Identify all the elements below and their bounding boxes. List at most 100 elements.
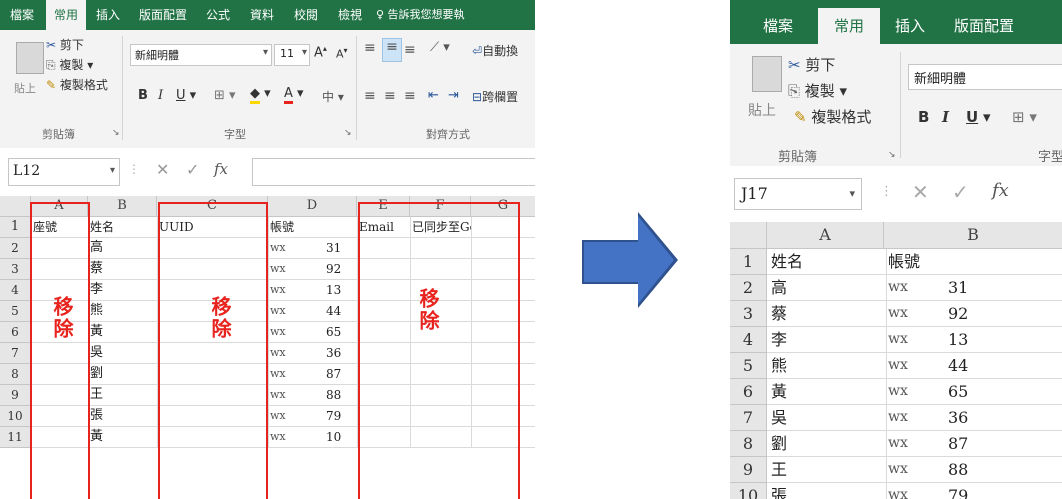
table-cell[interactable]: 張 xyxy=(88,406,158,427)
borders-icon[interactable]: ⊞ ▾ xyxy=(214,88,236,103)
tell-me-search[interactable]: ♀ 告訴我您想要執 xyxy=(376,0,535,30)
table-cell[interactable]: wx 88 xyxy=(268,385,358,406)
header-cell[interactable]: 姓名 xyxy=(767,249,887,275)
table-cell[interactable]: 高 xyxy=(88,238,158,259)
table-cell[interactable]: wx 44 xyxy=(268,301,358,322)
tab-insert[interactable]: 插入 xyxy=(88,0,128,30)
name-box[interactable]: L12 ▾ xyxy=(8,158,120,186)
table-cell[interactable]: 張 xyxy=(767,483,887,499)
table-cell[interactable]: 黃 xyxy=(88,427,158,448)
tab-data[interactable]: 資料 xyxy=(242,0,282,30)
font-color-icon[interactable]: A ▾ xyxy=(284,86,304,104)
table-cell[interactable]: 李 xyxy=(767,327,887,353)
table-cell[interactable]: wx 65 xyxy=(268,322,358,343)
table-cell[interactable]: 吳 xyxy=(88,343,158,364)
row-header[interactable]: 10 xyxy=(730,483,767,499)
grow-font-icon[interactable]: A▴ xyxy=(314,44,327,60)
row-header[interactable]: 4 xyxy=(730,327,767,353)
align-center-icon[interactable]: ≡ xyxy=(384,88,396,104)
font-name-select[interactable]: 新細明體 xyxy=(908,64,1062,90)
row-header[interactable]: 5 xyxy=(0,301,31,322)
table-cell[interactable]: 李 xyxy=(88,280,158,301)
tab-layout[interactable]: 版面配置 xyxy=(132,0,194,30)
table-cell[interactable]: wx 10 xyxy=(268,427,358,448)
table-cell[interactable]: wx 92 xyxy=(268,259,358,280)
row-header[interactable]: 2 xyxy=(0,238,31,259)
select-all-corner[interactable] xyxy=(730,222,767,249)
row-header[interactable]: 7 xyxy=(0,343,31,364)
name-box[interactable]: J17 ▾ xyxy=(734,178,862,210)
table-cell[interactable]: 劉 xyxy=(767,431,887,457)
cancel-icon[interactable]: ✕ xyxy=(156,160,169,179)
row-header[interactable]: 9 xyxy=(730,457,767,483)
table-cell[interactable]: 黃 xyxy=(767,379,887,405)
row-header[interactable]: 11 xyxy=(0,427,31,448)
header-cell[interactable]: 姓名 xyxy=(88,217,158,238)
italic-button[interactable]: I xyxy=(158,88,163,103)
cancel-icon[interactable]: ✕ xyxy=(912,180,929,204)
tab-insert[interactable]: 插入 xyxy=(890,8,930,44)
shrink-font-icon[interactable]: A▾ xyxy=(336,46,348,61)
bold-button[interactable]: B xyxy=(138,88,148,103)
table-cell[interactable]: wx 79 xyxy=(268,406,358,427)
paste-button[interactable]: 貼上 xyxy=(748,100,776,120)
row-header[interactable]: 3 xyxy=(0,259,31,280)
table-cell[interactable]: wx 87 xyxy=(884,431,1062,457)
table-cell[interactable]: wx 31 xyxy=(268,238,358,259)
align-middle-icon[interactable]: ≡ xyxy=(382,38,402,62)
tab-home[interactable]: 常用 xyxy=(818,8,880,44)
enter-icon[interactable]: ✓ xyxy=(186,160,199,179)
orientation-icon[interactable]: ⟋ ▾ xyxy=(430,40,450,55)
align-right-icon[interactable]: ≡ xyxy=(404,88,416,104)
table-cell[interactable]: wx 88 xyxy=(884,457,1062,483)
table-cell[interactable]: 高 xyxy=(767,275,887,301)
fill-color-icon[interactable]: ◆ ▾ xyxy=(250,86,271,104)
column-header-d[interactable]: D xyxy=(268,196,357,217)
merge-center-button[interactable]: ⊟跨欄置 xyxy=(472,88,518,105)
column-header-b[interactable]: B xyxy=(88,196,157,217)
row-header[interactable]: 7 xyxy=(730,405,767,431)
row-header[interactable]: 1 xyxy=(0,217,31,238)
tab-file[interactable]: 檔案 xyxy=(0,0,44,30)
table-cell[interactable]: wx 36 xyxy=(884,405,1062,431)
column-header-b[interactable]: B xyxy=(884,222,1062,249)
tab-layout[interactable]: 版面配置 xyxy=(942,8,1062,44)
row-header[interactable]: 2 xyxy=(730,275,767,301)
decrease-indent-icon[interactable]: ⇤ xyxy=(428,88,439,103)
table-cell[interactable]: 蔡 xyxy=(767,301,887,327)
wrap-text-button[interactable]: ⏎自動換 xyxy=(472,42,518,59)
tab-review[interactable]: 校閱 xyxy=(286,0,326,30)
table-cell[interactable]: 熊 xyxy=(767,353,887,379)
copy-button[interactable]: ⎘ 複製 ▾ xyxy=(788,80,847,101)
table-cell[interactable]: wx 87 xyxy=(268,364,358,385)
header-cell[interactable]: 帳號 xyxy=(268,217,358,238)
table-cell[interactable]: wx 36 xyxy=(268,343,358,364)
tab-home[interactable]: 常用 xyxy=(46,0,86,30)
align-bottom-icon[interactable]: ≡ xyxy=(404,42,416,58)
font-name-select[interactable]: 新細明體 ▾ xyxy=(130,44,272,66)
italic-button[interactable]: I xyxy=(942,108,949,126)
row-header[interactable]: 6 xyxy=(0,322,31,343)
enter-icon[interactable]: ✓ xyxy=(952,180,969,204)
increase-indent-icon[interactable]: ⇥ xyxy=(448,88,459,103)
row-header[interactable]: 8 xyxy=(730,431,767,457)
table-cell[interactable]: 熊 xyxy=(88,301,158,322)
worksheet-grid[interactable]: A B 1 姓名 帳號 2 高 wx 31 3 蔡 wx 92 4 李 wx 13 5 熊 wx 44 6 黃 wx 65 7… xyxy=(730,222,1062,499)
tab-formulas[interactable]: 公式 xyxy=(198,0,238,30)
table-cell[interactable]: wx 44 xyxy=(884,353,1062,379)
paste-icon[interactable] xyxy=(752,56,782,92)
cut-button[interactable]: ✂ 剪下 xyxy=(788,54,835,75)
header-cell[interactable]: 帳號 xyxy=(884,249,1062,275)
cut-button[interactable]: ✂ 剪下 xyxy=(46,36,84,53)
dialog-launcher-icon[interactable]: ↘ xyxy=(344,128,352,138)
dialog-launcher-icon[interactable]: ↘ xyxy=(112,128,120,138)
table-cell[interactable]: 王 xyxy=(88,385,158,406)
format-painter-button[interactable]: ✎ 複製格式 xyxy=(794,106,871,127)
align-top-icon[interactable]: ≡ xyxy=(364,40,376,56)
paste-button[interactable]: 貼上 xyxy=(14,80,36,96)
worksheet-grid[interactable]: A B C D E F G 1座號姓名UUID帳號Email已同步至Google… xyxy=(0,196,535,499)
row-header[interactable]: 6 xyxy=(730,379,767,405)
paste-icon[interactable] xyxy=(16,42,44,74)
underline-button[interactable]: U ▾ xyxy=(966,108,991,126)
select-all-corner[interactable] xyxy=(0,196,31,217)
